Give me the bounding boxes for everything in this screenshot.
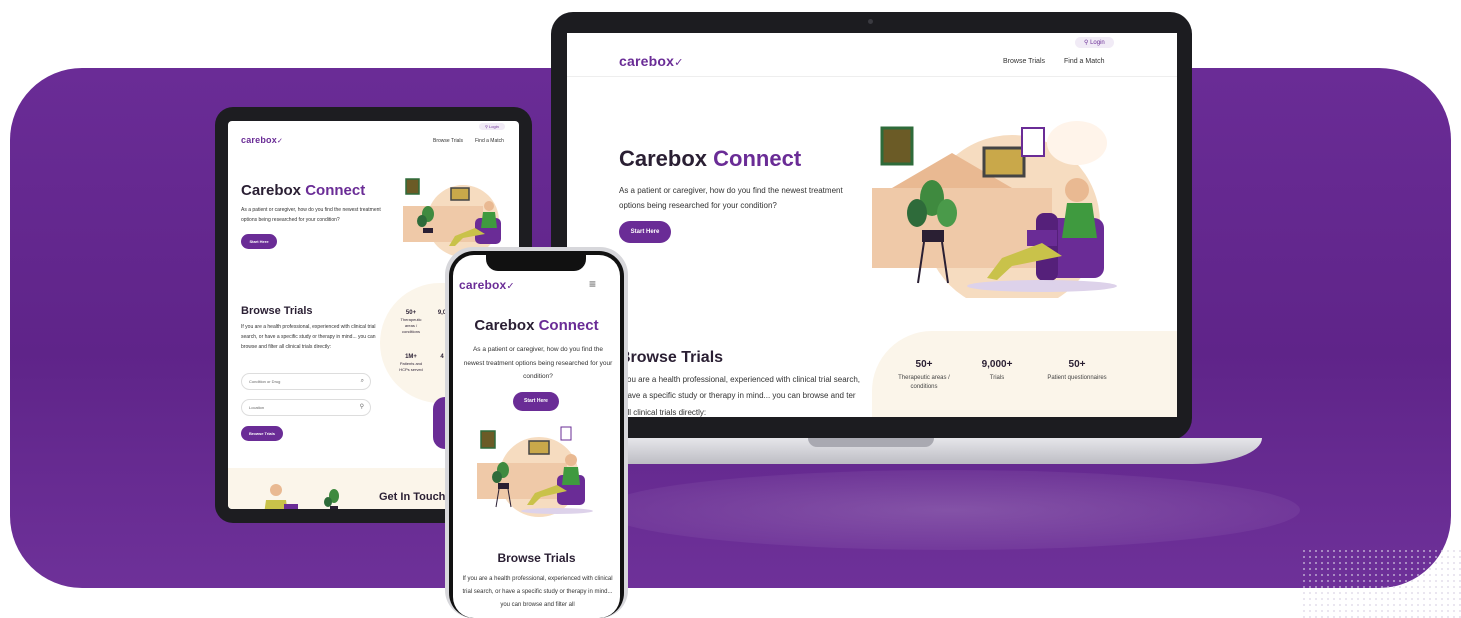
location-input[interactable]: Location ⚲ <box>241 399 371 416</box>
condition-or-drug-input[interactable]: Condition or Drug ⌕ <box>241 373 371 390</box>
location-icon: ⚲ <box>359 404 364 410</box>
hero-subtitle: As a patient or caregiver, how do you fi… <box>619 186 843 211</box>
hero-title: Carebox Connect <box>619 146 802 171</box>
hero-illustration <box>872 121 1117 298</box>
laptop-hinge <box>808 438 934 447</box>
stat-questionnaires: 50+ Patient questionnaires <box>1047 359 1107 381</box>
browse-trials-text: you are a health professional, experienc… <box>623 375 861 417</box>
start-here-button[interactable]: Start Here <box>619 221 671 243</box>
start-here-button[interactable]: Start Here <box>513 392 559 411</box>
start-here-button[interactable]: Start Here <box>241 234 277 249</box>
carebox-logo[interactable]: carebox✓ <box>241 135 283 145</box>
stats-panel: 50+ Therapeutic areas / conditions 9,000+… <box>872 331 1177 417</box>
browse-trials-text: If you are a health professional, experi… <box>241 324 376 350</box>
stat-trials: 9,000+ Trials <box>981 359 1013 381</box>
phone-notch <box>486 255 586 271</box>
browse-trials-button[interactable]: Browse Trials <box>241 426 283 441</box>
hero-subtitle: As a patient or caregiver, how do you fi… <box>241 207 381 223</box>
nav-find-match[interactable]: Find a Match <box>1064 58 1104 65</box>
login-button[interactable]: ⚲ Login <box>479 123 505 130</box>
hero-illustration <box>477 426 593 517</box>
logo-mark-icon: ✓ <box>674 57 684 69</box>
laptop-navbar: carebox✓ ⚲ Login Browse Trials Find a Ma… <box>567 33 1177 77</box>
get-in-touch-heading: Get In Touch <box>379 491 446 503</box>
marketing-mockup: carebox✓ ⚲ Login Browse Trials Find a Ma… <box>0 0 1461 618</box>
browse-trials-heading: Browse Trials <box>619 349 724 366</box>
dot-pattern <box>1301 548 1461 618</box>
nav-browse-trials[interactable]: Browse Trials <box>1003 58 1045 65</box>
browse-trials-heading: Browse Trials <box>241 305 313 317</box>
logo-mark-icon: ✓ <box>276 136 284 145</box>
stat-patients: 1M+ Patients and HCPs served <box>399 354 423 372</box>
browse-trials-text: If you are a health professional, experi… <box>462 576 613 608</box>
carebox-logo[interactable]: carebox✓ <box>459 278 515 292</box>
hero-illustration <box>403 178 501 256</box>
background-glow <box>600 470 1300 550</box>
stat-therapeutic-areas: 50+ Therapeutic areas / conditions <box>400 310 422 334</box>
carebox-logo[interactable]: carebox✓ <box>619 53 684 69</box>
nav-find-match[interactable]: Find a Match <box>475 138 504 144</box>
logo-mark-icon: ✓ <box>506 281 515 292</box>
nav-browse-trials[interactable]: Browse Trials <box>433 138 463 144</box>
stat-therapeutic-areas: 50+ Therapeutic areas / conditions <box>898 359 950 390</box>
hero-subtitle: As a patient or caregiver, how do you fi… <box>463 346 613 381</box>
hero-title: Carebox Connect <box>241 182 366 199</box>
laptop-screen: carebox✓ ⚲ Login Browse Trials Find a Ma… <box>567 33 1177 417</box>
hamburger-menu-icon[interactable]: ≡ <box>589 277 596 291</box>
footer-illustration <box>264 484 339 509</box>
login-button[interactable]: ⚲ Login <box>1075 37 1114 48</box>
search-icon: ⌕ <box>360 378 364 384</box>
browse-trials-heading: Browse Trials <box>497 551 576 565</box>
phone-screen: carebox✓ ≡ Carebox Connect As a patient … <box>453 255 620 618</box>
laptop-camera <box>868 19 873 24</box>
hero-title: Carebox Connect <box>474 317 599 334</box>
